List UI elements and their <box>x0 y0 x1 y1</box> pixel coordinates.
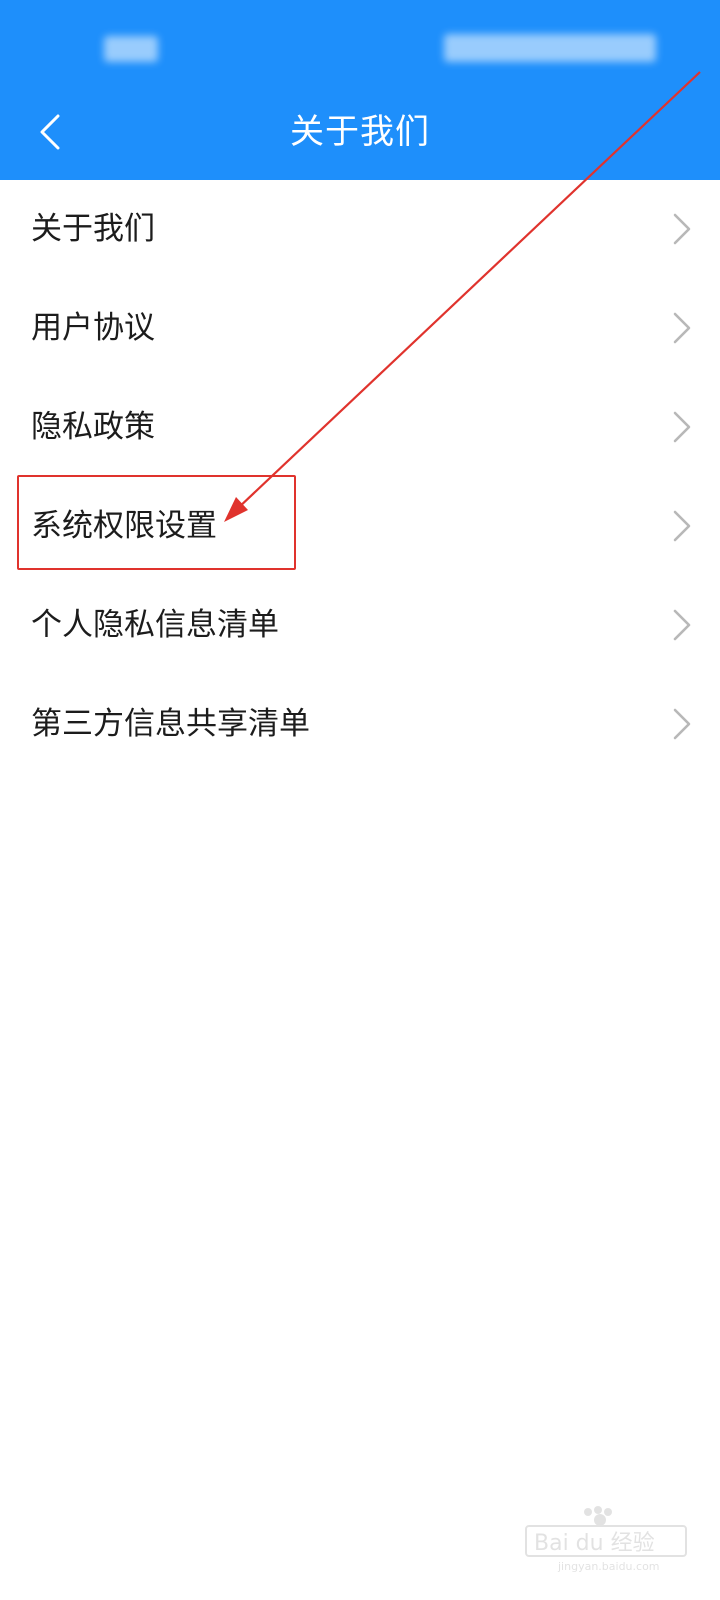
screen: 关于我们 关于我们 用户协议 隐私政策 系统权限设置 个人隐私信息清单 第三方信… <box>0 0 720 1600</box>
menu-item-label: 个人隐私信息清单 <box>31 607 279 643</box>
menu-item-user-agreement[interactable]: 用户协议 <box>0 279 720 378</box>
chevron-right-icon <box>673 213 691 245</box>
chevron-right-icon <box>673 510 691 542</box>
menu-item-third-party-sharing-list[interactable]: 第三方信息共享清单 <box>0 675 720 774</box>
menu-item-label: 用户协议 <box>31 310 155 346</box>
menu-item-personal-info-list[interactable]: 个人隐私信息清单 <box>0 576 720 675</box>
chevron-right-icon <box>673 708 691 740</box>
app-header: 关于我们 <box>0 0 720 180</box>
menu-item-privacy-policy[interactable]: 隐私政策 <box>0 378 720 477</box>
status-icons-blurred <box>444 34 656 62</box>
chevron-right-icon <box>673 312 691 344</box>
menu-item-about-us[interactable]: 关于我们 <box>0 180 720 279</box>
svg-text:jingyan.baidu.com: jingyan.baidu.com <box>557 1560 660 1573</box>
page-title: 关于我们 <box>290 112 430 152</box>
svg-text:Bai du 经验: Bai du 经验 <box>534 1531 655 1556</box>
menu-item-label: 第三方信息共享清单 <box>31 706 310 742</box>
menu-item-label: 隐私政策 <box>31 409 155 445</box>
annotation-highlight-box <box>17 475 296 570</box>
baidu-jingyan-watermark: Bai du 经验 jingyan.baidu.com <box>525 1506 687 1573</box>
status-time-blurred <box>104 36 158 62</box>
status-bar <box>0 0 720 96</box>
chevron-right-icon <box>673 411 691 443</box>
menu-item-label: 关于我们 <box>31 211 155 247</box>
chevron-right-icon <box>673 609 691 641</box>
